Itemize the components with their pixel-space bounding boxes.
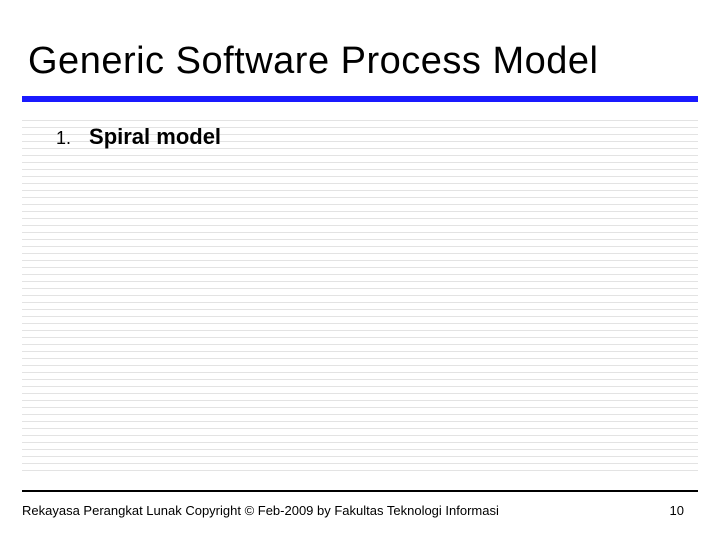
title-underline	[22, 96, 698, 102]
slide-title: Generic Software Process Model	[28, 40, 598, 83]
slide: Generic Software Process Model 1. Spiral…	[0, 0, 720, 540]
ruled-background	[22, 120, 698, 472]
list-number: 1.	[56, 128, 71, 149]
list-text: Spiral model	[89, 124, 221, 150]
footer-rule	[22, 490, 698, 492]
footer-text: Rekayasa Perangkat Lunak Copyright © Feb…	[22, 503, 499, 518]
list-item: 1. Spiral model	[56, 124, 221, 150]
page-number: 10	[670, 503, 684, 518]
